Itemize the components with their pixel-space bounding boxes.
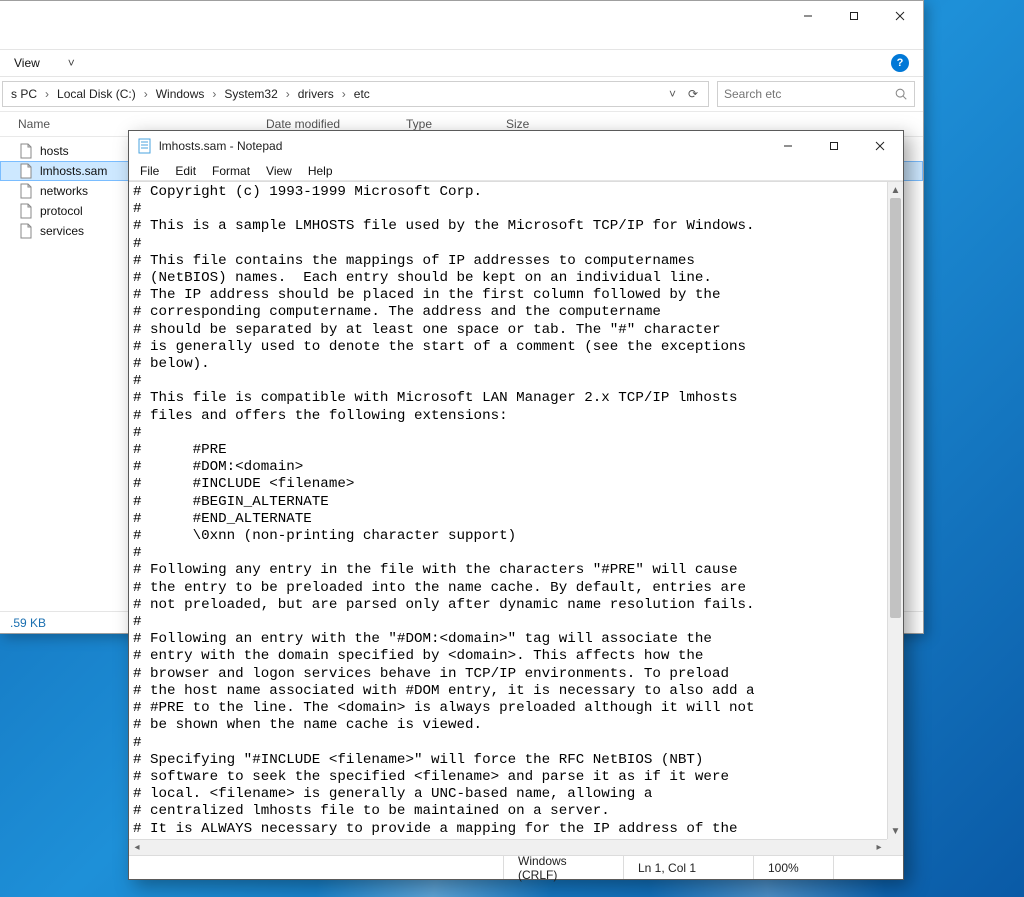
file-icon	[18, 203, 34, 219]
status-encoding: Windows (CRLF)	[503, 856, 623, 879]
refresh-icon[interactable]: ⟳	[682, 87, 704, 101]
scroll-left-icon[interactable]: ◂	[129, 840, 145, 855]
menu-view[interactable]: View	[259, 163, 299, 179]
notepad-text-area-wrap: # Copyright (c) 1993-1999 Microsoft Corp…	[129, 181, 903, 855]
breadcrumb-item[interactable]: drivers	[294, 87, 338, 101]
chevron-right-icon: ›	[142, 87, 150, 101]
explorer-ribbon: View ˅ ?	[0, 49, 923, 77]
column-type[interactable]: Type	[396, 117, 496, 131]
column-date[interactable]: Date modified	[256, 117, 396, 131]
notepad-window: lmhosts.sam - Notepad File Edit Format V…	[128, 130, 904, 880]
vertical-scrollbar[interactable]: ▲ ▼	[887, 182, 903, 839]
scroll-track[interactable]	[888, 198, 903, 823]
file-name: protocol	[40, 204, 83, 218]
file-name: lmhosts.sam	[40, 164, 107, 178]
search-input[interactable]	[724, 87, 894, 101]
chevron-right-icon: ›	[43, 87, 51, 101]
notepad-minimize-button[interactable]	[765, 131, 811, 161]
notepad-app-icon	[137, 138, 153, 154]
breadcrumb[interactable]: s PC›Local Disk (C:)›Windows›System32›dr…	[2, 81, 709, 107]
notepad-statusbar: Windows (CRLF) Ln 1, Col 1 100%	[129, 855, 903, 879]
breadcrumb-item[interactable]: etc	[350, 87, 374, 101]
notepad-titlebar[interactable]: lmhosts.sam - Notepad	[129, 131, 903, 161]
file-icon	[18, 163, 34, 179]
menu-help[interactable]: Help	[301, 163, 340, 179]
scroll-up-icon[interactable]: ▲	[888, 182, 903, 198]
file-name: hosts	[40, 144, 69, 158]
status-size: .59 KB	[10, 616, 46, 630]
file-icon	[18, 223, 34, 239]
scroll-down-icon[interactable]: ▼	[888, 823, 903, 839]
notepad-text-area[interactable]: # Copyright (c) 1993-1999 Microsoft Corp…	[129, 182, 887, 839]
chevron-right-icon: ›	[210, 87, 218, 101]
desktop: View ˅ ? s PC›Local Disk (C:)›Windows›Sy…	[0, 0, 1024, 897]
explorer-maximize-button[interactable]	[831, 1, 877, 31]
menu-edit[interactable]: Edit	[168, 163, 203, 179]
status-pad	[833, 856, 903, 879]
chevron-right-icon: ›	[284, 87, 292, 101]
horizontal-scrollbar[interactable]: ◂ ▸	[129, 839, 887, 855]
file-name: networks	[40, 184, 88, 198]
file-icon	[18, 183, 34, 199]
breadcrumb-item[interactable]: Local Disk (C:)	[53, 87, 140, 101]
breadcrumb-item[interactable]: System32	[220, 87, 281, 101]
notepad-title: lmhosts.sam - Notepad	[159, 139, 765, 153]
breadcrumb-item[interactable]: s PC	[7, 87, 41, 101]
ribbon-expand-icon[interactable]: ˅	[68, 56, 75, 70]
menu-format[interactable]: Format	[205, 163, 257, 179]
explorer-minimize-button[interactable]	[785, 1, 831, 31]
explorer-close-button[interactable]	[877, 1, 923, 31]
scroll-thumb[interactable]	[890, 198, 901, 618]
status-zoom: 100%	[753, 856, 833, 879]
notepad-menubar: File Edit Format View Help	[129, 161, 903, 181]
explorer-titlebar[interactable]	[0, 1, 923, 49]
search-box[interactable]	[717, 81, 915, 107]
notepad-maximize-button[interactable]	[811, 131, 857, 161]
scroll-corner	[887, 839, 903, 855]
notepad-close-button[interactable]	[857, 131, 903, 161]
column-size[interactable]: Size	[496, 117, 576, 131]
menu-file[interactable]: File	[133, 163, 166, 179]
chevron-right-icon: ›	[340, 87, 348, 101]
status-position: Ln 1, Col 1	[623, 856, 753, 879]
explorer-address-row: s PC›Local Disk (C:)›Windows›System32›dr…	[0, 77, 923, 111]
file-icon	[18, 143, 34, 159]
hscroll-track[interactable]	[145, 840, 871, 855]
file-name: services	[40, 224, 84, 238]
search-icon[interactable]	[894, 87, 908, 101]
breadcrumb-dropdown-icon[interactable]: ˅	[665, 87, 680, 101]
breadcrumb-item[interactable]: Windows	[152, 87, 209, 101]
help-icon[interactable]: ?	[891, 54, 909, 72]
scroll-right-icon[interactable]: ▸	[871, 840, 887, 855]
ribbon-tab-view[interactable]: View	[14, 56, 40, 70]
column-name[interactable]: Name	[0, 117, 256, 131]
